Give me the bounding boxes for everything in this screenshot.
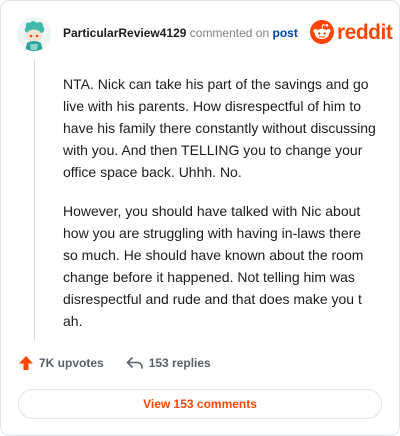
comment-body: NTA. Nick can take his part of the savin…	[63, 73, 379, 349]
comment-paragraph: NTA. Nick can take his part of the savin…	[63, 76, 376, 180]
username[interactable]: ParticularReview4129	[63, 26, 186, 40]
comment-paragraph: However, you should have talked with Nic…	[63, 203, 364, 329]
comment-card: ParticularReview4129 commented on post r…	[0, 0, 400, 436]
reply-count: 153 replies	[148, 356, 211, 370]
avatar-snoo-icon	[17, 17, 51, 51]
upvote-button[interactable]: 7K upvotes	[18, 355, 104, 371]
user-avatar[interactable]	[17, 17, 51, 51]
post-link[interactable]: post	[273, 26, 298, 40]
commented-on-text: commented on	[189, 26, 270, 40]
comment-header: ParticularReview4129 commented on post	[63, 26, 298, 40]
reply-arrow-icon	[126, 357, 143, 369]
reddit-wordmark: reddit	[337, 20, 393, 44]
comment-actions: 7K upvotes 153 replies	[18, 355, 211, 371]
upvote-arrow-icon	[19, 356, 33, 370]
reddit-logo[interactable]: reddit	[310, 20, 393, 44]
thread-line	[34, 59, 35, 341]
view-comments-button[interactable]: View 153 comments	[18, 389, 382, 419]
replies-button[interactable]: 153 replies	[126, 356, 211, 370]
upvote-count: 7K upvotes	[39, 356, 104, 370]
reddit-snoo-icon	[310, 20, 334, 44]
